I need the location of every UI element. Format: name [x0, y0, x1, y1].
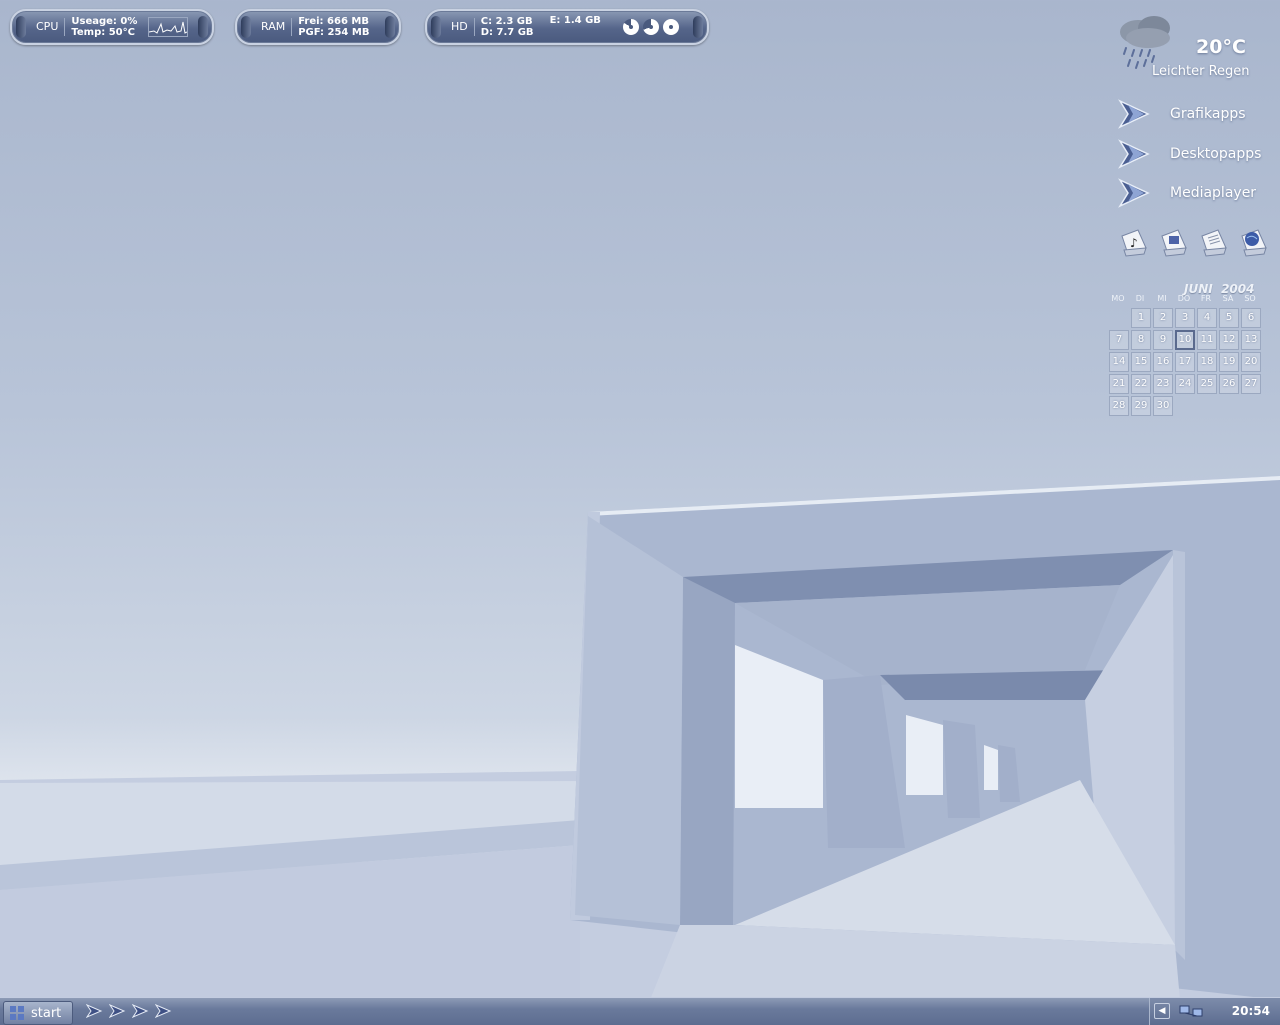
calendar-day[interactable]: 19 — [1219, 352, 1239, 372]
calendar-weekday: DO — [1177, 294, 1191, 303]
launcher-desktopapps[interactable]: Desktopapps — [1118, 136, 1261, 172]
hd-drive-c: C: 2.3 GB — [480, 16, 533, 27]
hd-drive-e: E: 1.4 GB — [549, 15, 601, 26]
calendar-day[interactable]: 8 — [1131, 330, 1151, 350]
hd-values-cd: C: 2.3 GB D: 7.7 GB — [475, 16, 534, 38]
folder-shortcuts: ♪ — [1118, 226, 1270, 258]
hd-monitor-right-cap — [693, 16, 703, 38]
quicklaunch-chevron-icon[interactable] — [86, 1003, 103, 1019]
calendar-day[interactable]: 12 — [1219, 330, 1239, 350]
calendar-day[interactable]: 16 — [1153, 352, 1173, 372]
calendar-weekday: FR — [1200, 294, 1212, 303]
calendar-weekday: MI — [1157, 294, 1167, 303]
start-button[interactable]: start — [3, 1001, 73, 1025]
calendar-weekday: SA — [1222, 294, 1234, 303]
disk-d-pie-icon — [643, 19, 659, 35]
svg-text:♪: ♪ — [1130, 236, 1138, 250]
calendar-day[interactable]: 27 — [1241, 374, 1261, 394]
launcher-label: Grafikapps — [1170, 106, 1246, 122]
arrow-chevron-icon — [1118, 178, 1150, 208]
calendar-day[interactable]: 23 — [1153, 374, 1173, 394]
calendar-day[interactable]: 1 — [1131, 308, 1151, 328]
calendar-day[interactable]: 6 — [1241, 308, 1261, 328]
calendar-day-today[interactable]: 10 — [1175, 330, 1195, 350]
ram-values: Frei: 666 MB PGF: 254 MB — [292, 16, 369, 38]
weather-condition: Leichter Regen — [1152, 64, 1250, 79]
tray-expand-icon[interactable]: ◀ — [1154, 1003, 1170, 1019]
network-icon[interactable] — [1178, 1003, 1208, 1019]
calendar-day[interactable]: 20 — [1241, 352, 1261, 372]
ram-free: Frei: 666 MB — [298, 16, 369, 27]
windows-flag-icon — [10, 1006, 24, 1020]
calendar-day[interactable]: 13 — [1241, 330, 1261, 350]
music-folder-icon[interactable]: ♪ — [1118, 226, 1150, 258]
cpu-values: Useage: 0% Temp: 50°C — [65, 16, 137, 38]
calendar-day[interactable]: 5 — [1219, 308, 1239, 328]
calendar-day[interactable]: 9 — [1153, 330, 1173, 350]
hd-monitor[interactable]: HD C: 2.3 GB D: 7.7 GB E: 1.4 GB — [425, 9, 709, 45]
calendar-day[interactable]: 3 — [1175, 308, 1195, 328]
ram-pgf: PGF: 254 MB — [298, 27, 370, 38]
clock[interactable]: 20:54 — [1232, 1004, 1270, 1018]
calendar-day[interactable]: 14 — [1109, 352, 1129, 372]
hd-label: HD — [445, 18, 475, 36]
calendar-day[interactable]: 22 — [1131, 374, 1151, 394]
arrow-chevron-icon — [1118, 99, 1150, 129]
calendar-day[interactable]: 2 — [1153, 308, 1173, 328]
calendar-day[interactable]: 26 — [1219, 374, 1239, 394]
corridor-pillar — [680, 577, 735, 925]
launcher-mediaplayer[interactable]: Mediaplayer — [1118, 175, 1256, 211]
hd-values-e: E: 1.4 GB — [534, 15, 601, 26]
calendar-day[interactable]: 4 — [1197, 308, 1217, 328]
launcher-label: Mediaplayer — [1170, 185, 1257, 201]
calendar-day[interactable]: 7 — [1109, 330, 1129, 350]
taskbar: start ◀ 20:54 — [0, 997, 1280, 1025]
calendar-day[interactable]: 15 — [1131, 352, 1151, 372]
calendar-day[interactable]: 11 — [1197, 330, 1217, 350]
cpu-label: CPU — [30, 18, 66, 36]
launcher-grafikapps[interactable]: Grafikapps — [1118, 96, 1246, 132]
cpu-monitor-right-cap — [198, 16, 208, 38]
quick-launch-bar — [86, 1003, 172, 1019]
calendar-day[interactable]: 18 — [1197, 352, 1217, 372]
ram-monitor-right-cap — [385, 16, 395, 38]
launcher-label: Desktopapps — [1170, 146, 1262, 162]
arrow-chevron-icon — [1118, 139, 1150, 169]
calendar-weekday: MO — [1111, 294, 1125, 303]
cpu-temp: Temp: 50°C — [71, 27, 135, 38]
cpu-monitor-left-cap — [16, 16, 26, 38]
network-folder-icon[interactable] — [1238, 226, 1270, 258]
cpu-monitor[interactable]: CPU Useage: 0% Temp: 50°C — [10, 9, 214, 45]
calendar-day[interactable]: 24 — [1175, 374, 1195, 394]
weather-widget[interactable]: 20°C Leichter Regen — [1112, 10, 1272, 80]
disk-e-pie-icon — [663, 19, 679, 35]
disk-usage-icons — [623, 19, 679, 35]
start-label: start — [31, 1005, 62, 1021]
ram-monitor-left-cap — [241, 16, 251, 38]
weather-temperature: 20°C — [1196, 36, 1246, 58]
calendar-day[interactable]: 28 — [1109, 396, 1129, 416]
documents-folder-icon[interactable] — [1198, 226, 1230, 258]
calendar-weekday: SO — [1244, 294, 1256, 303]
hd-monitor-left-cap — [431, 16, 441, 38]
ram-label: RAM — [255, 18, 293, 36]
disk-c-pie-icon — [623, 19, 639, 35]
calendar-weekday: DI — [1135, 294, 1145, 303]
quicklaunch-chevron-icon[interactable] — [109, 1003, 126, 1019]
calendar-day[interactable]: 29 — [1131, 396, 1151, 416]
calendar-day[interactable]: 30 — [1153, 396, 1173, 416]
calendar-day[interactable]: 21 — [1109, 374, 1129, 394]
computer-folder-icon[interactable] — [1158, 226, 1190, 258]
cpu-graph-icon — [148, 17, 188, 37]
calendar-day[interactable]: 17 — [1175, 352, 1195, 372]
quicklaunch-chevron-icon[interactable] — [155, 1003, 172, 1019]
system-tray: ◀ 20:54 — [1149, 998, 1280, 1025]
hd-drive-d: D: 7.7 GB — [480, 27, 534, 38]
desktop-wallpaper — [0, 476, 1280, 1000]
ram-monitor[interactable]: RAM Frei: 666 MB PGF: 254 MB — [235, 9, 401, 45]
cpu-usage: Useage: 0% — [71, 16, 138, 27]
quicklaunch-chevron-icon[interactable] — [132, 1003, 149, 1019]
calendar-day[interactable]: 25 — [1197, 374, 1217, 394]
